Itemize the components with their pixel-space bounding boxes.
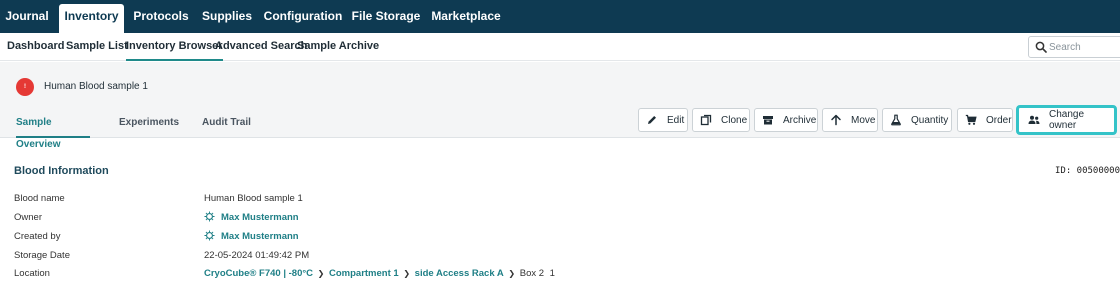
copy-icon <box>700 114 712 126</box>
field-label-owner: Owner <box>14 212 42 223</box>
clone-button[interactable]: Clone <box>692 108 750 132</box>
user-avatar-icon <box>204 230 215 241</box>
field-value-owner: Max Mustermann <box>204 211 299 223</box>
archive-button-label: Archive <box>783 114 817 126</box>
location-position: 1 <box>549 268 555 279</box>
edit-button[interactable]: Edit <box>638 108 688 132</box>
subnav-item-sample-archive[interactable]: Sample Archive <box>297 33 379 61</box>
status-badge: ! <box>16 78 34 96</box>
field-value-blood-name: Human Blood sample 1 <box>204 193 303 204</box>
location-freezer-link[interactable]: CryoCube® F740 | -80°C <box>204 268 313 279</box>
sample-id: ID: 0050000073 <box>1055 166 1120 176</box>
flask-icon <box>891 114 901 126</box>
location-box: Box 2 <box>519 268 545 279</box>
field-label-location: Location <box>14 268 50 279</box>
tab-audit-trail[interactable]: Audit Trail <box>202 112 251 138</box>
search-icon <box>1035 41 1047 53</box>
field-value-storage-date: 22-05-2024 01:49:42 PM <box>204 250 310 261</box>
field-label-created-by: Created by <box>14 231 61 242</box>
tab-sample-overview[interactable]: Sample Overview <box>16 112 90 150</box>
sample-title: Human Blood sample 1 <box>44 81 148 92</box>
top-navigation-bar: Journal Inventory Protocols Supplies Con… <box>0 0 1120 33</box>
subnav-item-inventory-browser[interactable]: Inventory Browser <box>126 33 223 61</box>
search-input[interactable] <box>1049 39 1120 55</box>
subnav-item-dashboard[interactable]: Dashboard <box>7 33 64 61</box>
cart-icon <box>965 114 977 125</box>
nav-tab-marketplace[interactable]: Marketplace <box>428 0 504 33</box>
tab-experiments[interactable]: Experiments <box>119 112 179 138</box>
change-owner-button-label: Change owner <box>1049 109 1085 131</box>
field-label-blood-name: Blood name <box>14 193 65 204</box>
move-button[interactable]: Move <box>822 108 878 132</box>
location-breadcrumb: CryoCube® F740 | -80°C ❯ Compartment 1 ❯… <box>204 268 555 279</box>
change-owner-button[interactable]: Change owner <box>1016 105 1117 135</box>
chevron-right-icon: ❯ <box>317 269 325 278</box>
field-value-created-by: Max Mustermann <box>204 230 299 242</box>
users-icon <box>1028 115 1040 124</box>
location-rack-link[interactable]: side Access Rack A <box>415 268 504 279</box>
section-title: Blood Information <box>14 165 109 177</box>
arrow-up-icon <box>831 114 841 126</box>
created-by-link[interactable]: Max Mustermann <box>221 231 299 242</box>
search-box[interactable] <box>1028 36 1120 58</box>
edit-button-label: Edit <box>667 114 685 126</box>
order-button[interactable]: Order <box>957 108 1013 132</box>
archive-box-icon <box>763 116 773 125</box>
clone-button-label: Clone <box>721 114 748 126</box>
user-avatar-icon <box>204 211 215 222</box>
order-button-label: Order <box>986 114 1012 126</box>
quantity-button[interactable]: Quantity <box>882 108 952 132</box>
secondary-navigation-bar: Dashboard Sample List Inventory Browser … <box>0 33 1120 61</box>
subnav-item-advanced-search[interactable]: Advanced Search <box>215 33 307 61</box>
move-button-label: Move <box>851 114 876 126</box>
subnav-item-sample-list[interactable]: Sample List <box>66 33 128 61</box>
field-label-storage-date: Storage Date <box>14 250 70 261</box>
nav-tab-journal[interactable]: Journal <box>0 0 54 33</box>
pencil-icon <box>648 116 656 124</box>
nav-tab-configuration[interactable]: Configuration <box>262 0 344 33</box>
quantity-button-label: Quantity <box>911 114 949 126</box>
chevron-right-icon: ❯ <box>508 269 516 278</box>
nav-tab-supplies[interactable]: Supplies <box>198 0 256 33</box>
nav-tab-protocols[interactable]: Protocols <box>128 0 194 33</box>
owner-link[interactable]: Max Mustermann <box>221 212 299 223</box>
chevron-right-icon: ❯ <box>403 269 411 278</box>
location-compartment-link[interactable]: Compartment 1 <box>329 268 399 279</box>
archive-button[interactable]: Archive <box>754 108 818 132</box>
nav-tab-inventory[interactable]: Inventory <box>59 4 124 33</box>
sample-header: ! Human Blood sample 1 Sample Overview E… <box>0 62 1120 150</box>
nav-tab-file-storage[interactable]: File Storage <box>350 0 422 33</box>
